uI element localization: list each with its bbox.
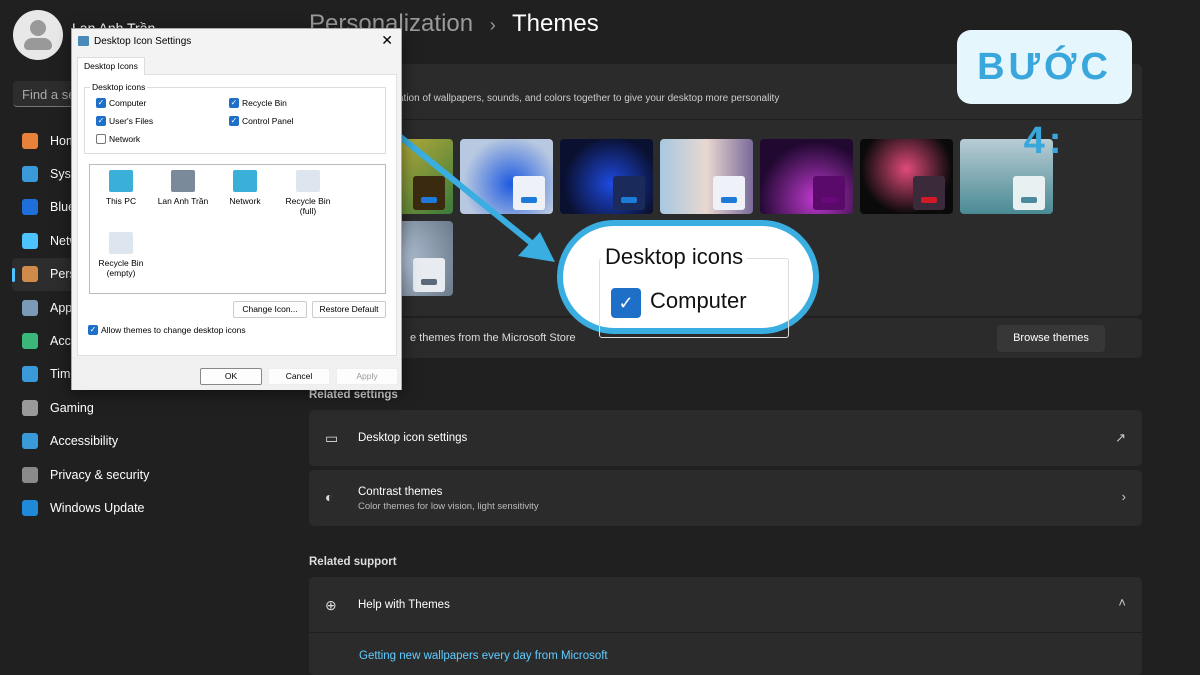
theme-tile[interactable] [560, 139, 653, 214]
theme-tile[interactable] [860, 139, 953, 214]
nav-icon [22, 199, 38, 216]
callout-checkbox: ✓ [611, 288, 641, 318]
checkbox-box: ✓ [96, 116, 106, 126]
nav-icon [22, 366, 38, 383]
sidebar-item-label: Gaming [50, 400, 94, 415]
wallpapers-link[interactable]: Getting new wallpapers every day from Mi… [359, 650, 608, 662]
checkbox-label: Computer [109, 98, 147, 108]
desktop-icon-glyph [109, 232, 133, 254]
group-label: Desktop icons [90, 82, 148, 92]
checkbox-box: ✓ [229, 98, 239, 108]
desktop-icon-glyph [109, 170, 133, 192]
sidebar-item-label: Privacy & security [50, 467, 150, 482]
close-icon[interactable]: ✕ [381, 32, 393, 49]
desktop-icon-glyph [233, 170, 257, 192]
monitor-icon: ▭ [325, 430, 339, 446]
theme-tile[interactable] [460, 139, 553, 214]
desktop-icon-label: Network [229, 196, 261, 206]
allow-themes-checkbox[interactable]: ✓ Allow themes to change desktop icons [88, 325, 246, 335]
checkbox-box [96, 134, 106, 144]
sidebar-item-accessibility[interactable]: Accessibility [12, 425, 287, 458]
desktop-icon-item[interactable]: Recycle Bin (empty) [90, 229, 152, 278]
dialog-title: Desktop Icon Settings [94, 36, 192, 47]
checkbox-user-s-files[interactable]: ✓ User's Files [96, 116, 153, 126]
store-text: e themes from the Microsoft Store [410, 332, 576, 344]
desktop-icon-label: This PC [105, 196, 137, 206]
checkbox-control-panel[interactable]: ✓ Control Panel [229, 116, 294, 126]
checkbox-box: ✓ [229, 116, 239, 126]
sidebar-item-windows-update[interactable]: Windows Update [12, 491, 287, 524]
nav-icon [22, 466, 38, 483]
checkmark-icon: ✓ [88, 325, 98, 335]
nav-icon [22, 499, 38, 516]
related-support-heading: Related support [309, 556, 397, 568]
app-icon [78, 36, 89, 46]
contrast-themes-row[interactable]: ◐ Contrast themes Color themes for low v… [309, 470, 1142, 526]
desktop-icon-settings-dialog: Desktop Icon Settings ✕ Desktop Icons De… [71, 28, 402, 390]
nav-icon [22, 132, 38, 149]
nav-icon [22, 399, 38, 416]
desktop-icon-glyph [296, 170, 320, 192]
contrast-icon: ◐ [325, 489, 334, 505]
callout-checkbox-label: Computer [650, 288, 747, 313]
checkbox-label: User's Files [109, 116, 154, 126]
chevron-up-icon[interactable]: ˄ [1118, 595, 1126, 610]
page-title: Themes [512, 10, 599, 37]
desktop-icon-label: Recycle Bin (full) [285, 196, 331, 216]
desktop-icon-settings-label: Desktop icon settings [358, 432, 468, 444]
ok-button[interactable]: OK [200, 368, 262, 385]
change-icon-button[interactable]: Change Icon... [233, 301, 307, 318]
themes-description: ation of wallpapers, sounds, and colors … [398, 93, 780, 104]
nav-icon [22, 299, 38, 316]
step-badge: BƯỚC 4: [957, 30, 1132, 162]
apply-button[interactable]: Apply [336, 368, 398, 385]
callout-group-label: Desktop icons [601, 244, 748, 270]
desktop-icon-item[interactable]: This PC [90, 167, 152, 206]
sidebar-item-gaming[interactable]: Gaming [12, 391, 287, 424]
restore-default-button[interactable]: Restore Default [312, 301, 386, 318]
desktop-icon-settings-row[interactable]: ▭ Desktop icon settings ↗ [309, 410, 1142, 466]
contrast-title: Contrast themes [358, 486, 443, 498]
nav-icon [22, 433, 38, 450]
desktop-icon-item[interactable]: Recycle Bin (full) [277, 167, 339, 216]
nav-icon [22, 266, 38, 283]
desktop-icon-glyph [171, 170, 195, 192]
avatar[interactable] [13, 10, 63, 60]
globe-icon: ⊕ [325, 597, 337, 613]
cancel-button[interactable]: Cancel [268, 368, 330, 385]
nav-icon [22, 333, 38, 350]
sidebar-item-label: Windows Update [50, 500, 145, 515]
related-settings-heading: Related settings [309, 389, 398, 401]
checkbox-network[interactable]: Network [96, 134, 140, 144]
checkbox-label: Recycle Bin [242, 98, 287, 108]
desktop-icon-label: Lan Anh Trần [157, 196, 209, 206]
theme-tile[interactable] [660, 139, 753, 214]
sidebar-item-label: Accessibility [50, 434, 119, 449]
browse-themes-button[interactable]: Browse themes [997, 325, 1105, 352]
checkbox-recycle-bin[interactable]: ✓ Recycle Bin [229, 98, 287, 108]
checkbox-label: Network [109, 134, 141, 144]
tab-desktop-icons[interactable]: Desktop Icons [77, 57, 145, 75]
nav-icon [22, 232, 38, 249]
checkbox-computer[interactable]: ✓ Computer [96, 98, 146, 108]
theme-tile[interactable] [760, 139, 853, 214]
desktop-icon-item[interactable]: Network [214, 167, 276, 206]
zoom-callout: Desktop icons ✓ Computer [557, 220, 819, 338]
desktop-icon-label: Recycle Bin (empty) [98, 258, 144, 278]
desktop-icon-item[interactable]: Lan Anh Trần [152, 167, 214, 206]
nav-icon [22, 166, 38, 183]
checkbox-label: Control Panel [242, 116, 294, 126]
checkbox-box: ✓ [96, 98, 106, 108]
chevron-right-icon: › [489, 15, 496, 35]
sidebar-item-privacy-security[interactable]: Privacy & security [12, 458, 287, 491]
chevron-right-icon: › [1121, 489, 1126, 504]
contrast-subtitle: Color themes for low vision, light sensi… [358, 501, 539, 512]
external-link-icon: ↗ [1115, 430, 1126, 445]
icon-list[interactable]: This PC Lan Anh Trần Network Recycle Bin (f… [89, 164, 386, 294]
allow-themes-label: Allow themes to change desktop icons [101, 325, 246, 335]
help-themes-label[interactable]: Help with Themes [358, 599, 450, 611]
